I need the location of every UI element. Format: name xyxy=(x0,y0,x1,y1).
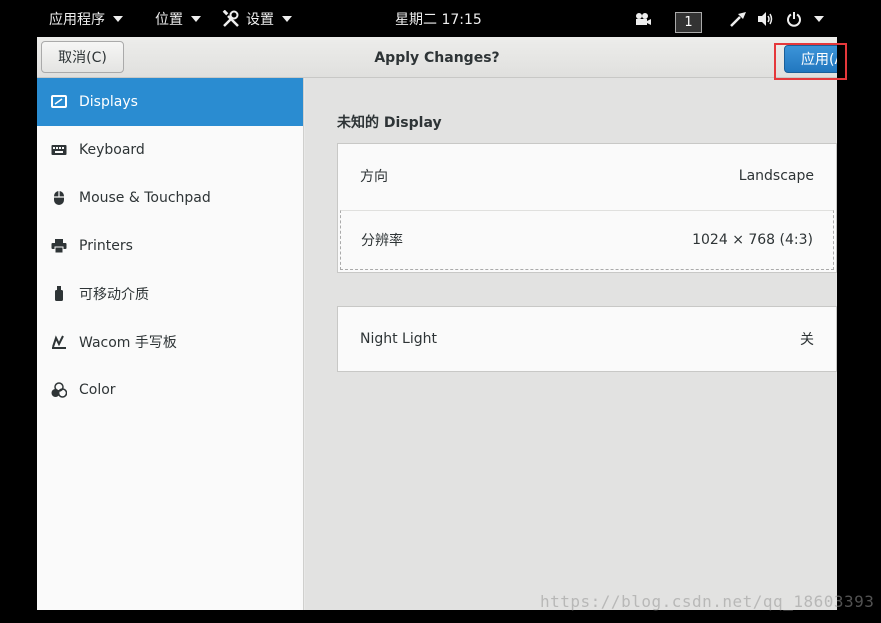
night-light-label: Night Light xyxy=(360,331,437,347)
settings-menu[interactable]: 设置 xyxy=(222,0,292,38)
resolution-label: 分辨率 xyxy=(361,233,403,249)
apps-menu-label: 应用程序 xyxy=(49,12,105,28)
display-settings-pane: 未知的 Display 方向 Landscape 分辨率 1024 × 768 … xyxy=(305,78,837,610)
volume-icon xyxy=(758,12,773,26)
sidebar-item-displays[interactable]: Displays xyxy=(37,78,303,126)
section-title: 未知的 Display xyxy=(337,115,442,131)
night-light-panel: Night Light 关 xyxy=(337,306,837,372)
tools-icon xyxy=(222,10,239,27)
sidebar-item-printers[interactable]: Printers xyxy=(37,222,303,270)
power-icon xyxy=(787,12,801,27)
chevron-down-icon xyxy=(282,16,292,22)
network-indicator[interactable] xyxy=(729,0,747,38)
settings-window: 取消(C) Apply Changes? 应用(A) Displays Keyb… xyxy=(37,37,837,610)
sidebar-item-label: Keyboard xyxy=(79,142,145,158)
wired-network-icon xyxy=(730,12,746,27)
sidebar-item-wacom[interactable]: Wacom 手写板 xyxy=(37,318,303,366)
places-menu-label: 位置 xyxy=(155,12,183,28)
apps-menu[interactable]: 应用程序 xyxy=(49,0,123,38)
sidebar-item-color[interactable]: Color xyxy=(37,366,303,414)
apply-button[interactable]: 应用(A) xyxy=(784,45,837,73)
keyboard-icon xyxy=(51,142,67,158)
sidebar-item-mouse[interactable]: Mouse & Touchpad xyxy=(37,174,303,222)
clock-label: 星期二 17:15 xyxy=(395,12,482,28)
cancel-button[interactable]: 取消(C) xyxy=(41,41,124,73)
volume-indicator[interactable] xyxy=(757,0,775,38)
orientation-row[interactable]: 方向 Landscape xyxy=(338,144,836,208)
sidebar-item-label: Wacom 手写板 xyxy=(79,335,177,351)
printer-icon xyxy=(51,238,67,254)
clock[interactable]: 星期二 17:15 xyxy=(395,0,482,38)
sidebar-item-keyboard[interactable]: Keyboard xyxy=(37,126,303,174)
sidebar-item-removable-media[interactable]: 可移动介质 xyxy=(37,270,303,318)
camera-indicator[interactable] xyxy=(634,0,652,38)
sidebar-item-label: Displays xyxy=(79,94,138,110)
usb-icon xyxy=(51,286,67,302)
system-menu[interactable] xyxy=(786,0,824,38)
display-icon xyxy=(51,94,67,110)
resolution-value: 1024 × 768 (4:3) xyxy=(692,232,813,248)
night-light-value: 关 xyxy=(800,332,814,348)
header-bar: 取消(C) Apply Changes? 应用(A) xyxy=(37,37,837,78)
display-panel: 方向 Landscape 分辨率 1024 × 768 (4:3) xyxy=(337,143,837,273)
settings-menu-label: 设置 xyxy=(246,12,274,28)
color-icon xyxy=(51,382,67,398)
sidebar-item-label: Color xyxy=(79,382,116,398)
dialog-title: Apply Changes? xyxy=(374,49,500,66)
chevron-down-icon xyxy=(113,16,123,22)
resolution-row[interactable]: 分辨率 1024 × 768 (4:3) xyxy=(340,210,834,270)
video-camera-icon xyxy=(636,13,651,25)
sidebar-item-label: Printers xyxy=(79,238,133,254)
chevron-down-icon xyxy=(814,16,824,22)
sidebar: Displays Keyboard Mouse & Touchpad Print… xyxy=(37,78,304,610)
mouse-icon xyxy=(51,190,67,206)
chevron-down-icon xyxy=(191,16,201,22)
apply-button-clip: 应用(A) xyxy=(780,37,837,78)
night-light-row[interactable]: Night Light 关 xyxy=(338,307,836,371)
workspace-indicator[interactable]: 1 xyxy=(675,12,702,33)
top-bar: 应用程序 位置 设置 星期二 17:15 1 xyxy=(0,0,881,38)
sidebar-item-label: Mouse & Touchpad xyxy=(79,190,211,206)
orientation-value: Landscape xyxy=(738,168,814,184)
tablet-icon xyxy=(51,334,67,350)
sidebar-item-label: 可移动介质 xyxy=(79,287,149,303)
places-menu[interactable]: 位置 xyxy=(155,0,201,38)
orientation-label: 方向 xyxy=(360,169,388,185)
